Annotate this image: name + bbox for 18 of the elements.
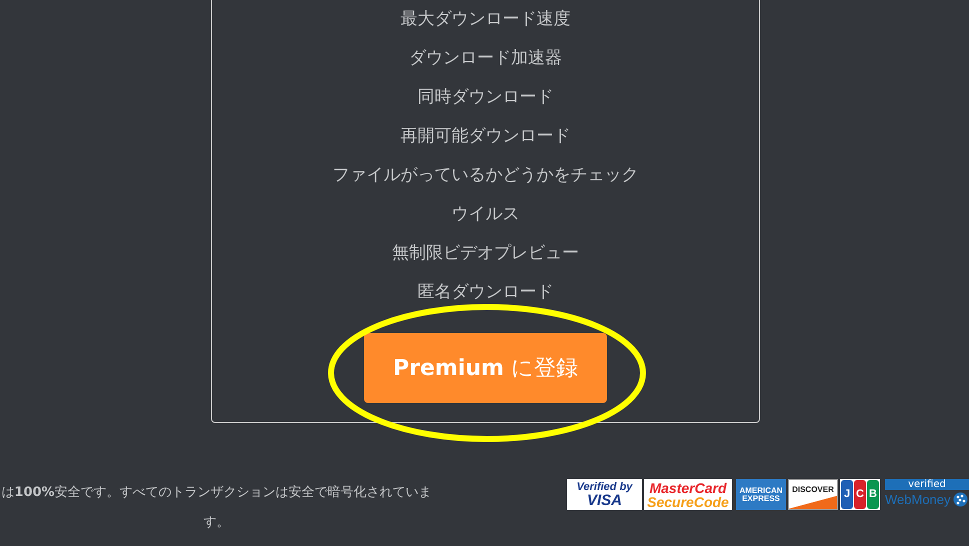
payment-logo: WebMoney bbox=[885, 492, 951, 507]
feature-item: 無制限ビデオプレビュー bbox=[392, 242, 579, 265]
feature-item: 再開可能ダウンロード bbox=[400, 125, 570, 148]
feature-item: ウイルス bbox=[452, 203, 520, 226]
payment-logo: MasterCard SecureCode bbox=[644, 479, 732, 510]
subscribe-button[interactable]: Premium に登録 bbox=[364, 333, 607, 403]
verified-banner: verified bbox=[885, 479, 969, 490]
feature-item: 同時ダウンロード bbox=[418, 86, 554, 109]
feature-item: 匿名ダウンロード bbox=[418, 281, 554, 304]
feature-item: ダウンロード加速器 bbox=[409, 47, 562, 70]
payment-logo: Verified by VISA bbox=[567, 479, 642, 510]
payment-logo: AMERICAN EXPRESS bbox=[736, 479, 786, 510]
payment-logo: DISCOVER bbox=[788, 479, 838, 510]
payment-logo: J C B bbox=[840, 479, 880, 510]
globe-icon bbox=[952, 492, 968, 507]
feature-item: 最大ダウンロード速度 bbox=[400, 8, 570, 31]
security-note: は100%安全です。すべてのトランザクションは安全で暗号化されています。 bbox=[0, 484, 433, 532]
feature-item: ファイルがっているかどうかをチェック bbox=[332, 164, 638, 187]
